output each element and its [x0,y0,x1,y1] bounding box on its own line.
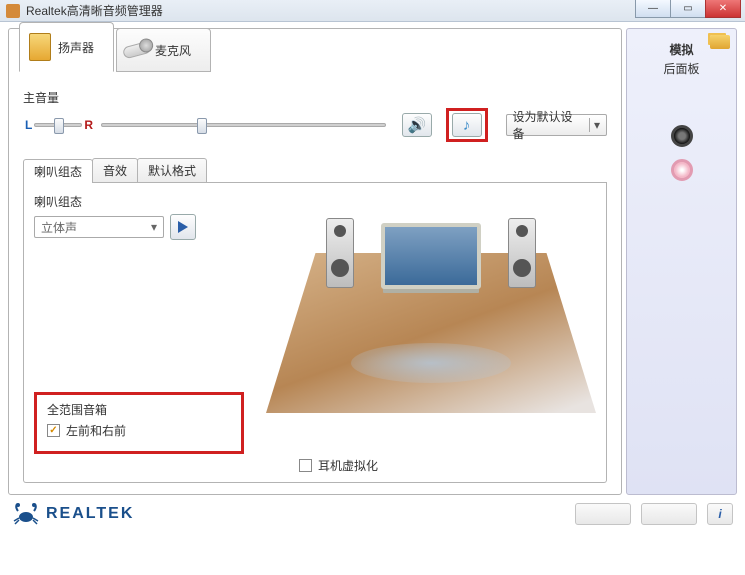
highlight-audio-format: ♪ [446,108,488,142]
close-button[interactable]: ✕ [705,0,741,18]
test-play-button[interactable] [170,214,196,240]
line-out-jack[interactable] [671,125,693,147]
chevron-down-icon: ▾ [589,118,600,132]
minimize-button[interactable]: — [635,0,671,18]
right-speaker-3d[interactable] [508,218,536,288]
mute-button[interactable]: 🔊 [402,113,432,137]
bottom-button-2[interactable] [641,503,697,525]
subtab-speaker-config[interactable]: 喇叭组态 [23,159,93,183]
tab-speaker[interactable]: 扬声器 [19,22,114,72]
app-title: Realtek高清晰音频管理器 [26,2,163,19]
r-label: R [82,118,95,132]
tab-mic[interactable]: 麦克风 [116,28,211,72]
subpanel: 喇叭组态 立体声 ▾ [23,183,607,483]
folder-icon[interactable] [710,35,730,49]
crab-icon [12,503,40,525]
maximize-button[interactable]: ▭ [670,0,706,18]
monitor-3d [381,223,481,289]
right-panel: 模拟 后面板 [626,28,737,495]
device-tabs: 扬声器 麦克风 [19,28,213,72]
tab-mic-label: 麦克风 [155,42,191,59]
speaker-config-value: 立体声 [41,219,77,236]
front-lr-checkbox[interactable]: ✓ [47,424,60,437]
balance-track[interactable] [34,123,82,127]
bottom-button-1[interactable] [575,503,631,525]
main-volume-label: 主音量 [23,89,607,106]
headphone-virtual-checkbox[interactable]: ✓ [299,459,312,472]
subtab-effects[interactable]: 音效 [92,158,138,182]
left-speaker-3d[interactable] [326,218,354,288]
speaker-config-label: 喇叭组态 [34,193,244,210]
speaker-config-dropdown[interactable]: 立体声 ▾ [34,216,164,238]
main-panel: 扬声器 麦克风 主音量 L R [8,28,622,495]
headphone-virtual-label: 耳机虚拟化 [318,457,378,474]
sound-icon: 🔊 [407,116,426,134]
back-panel-label: 后面板 [663,60,699,77]
volume-thumb[interactable] [197,118,207,134]
play-icon [178,221,188,233]
window-buttons: — ▭ ✕ [636,0,741,18]
audio-format-button[interactable]: ♪ [452,113,482,137]
mic-jack[interactable] [671,159,693,181]
l-label: L [23,118,34,132]
volume-slider[interactable] [101,123,386,127]
chevron-down-icon: ▾ [151,220,157,234]
speaker-icon [26,32,54,62]
music-note-icon: ♪ [463,117,471,134]
realtek-logo: REALTEK [12,503,134,525]
subtab-default-format[interactable]: 默认格式 [137,158,207,182]
analog-label: 模拟 [669,41,693,58]
titlebar: Realtek高清晰音频管理器 — ▭ ✕ [0,0,745,22]
set-default-label: 设为默认设备 [513,108,583,142]
listener-spot [351,343,511,383]
balance-thumb[interactable] [54,118,64,134]
bottom-bar: REALTEK i [0,501,745,535]
balance-slider[interactable]: L R [23,118,95,132]
full-range-title: 全范围音箱 [47,401,231,418]
brand-text: REALTEK [46,505,134,523]
front-lr-label: 左前和右前 [66,422,126,439]
sub-tabs: 喇叭组态 音效 默认格式 [23,158,607,183]
app-icon [6,4,20,18]
info-button[interactable]: i [707,503,733,525]
speaker-room-preview [266,193,596,413]
full-range-group: 全范围音箱 ✓ 左前和右前 [34,392,244,454]
mic-icon [123,35,151,65]
tab-speaker-label: 扬声器 [58,39,94,56]
set-default-dropdown[interactable]: 设为默认设备 ▾ [506,114,608,136]
